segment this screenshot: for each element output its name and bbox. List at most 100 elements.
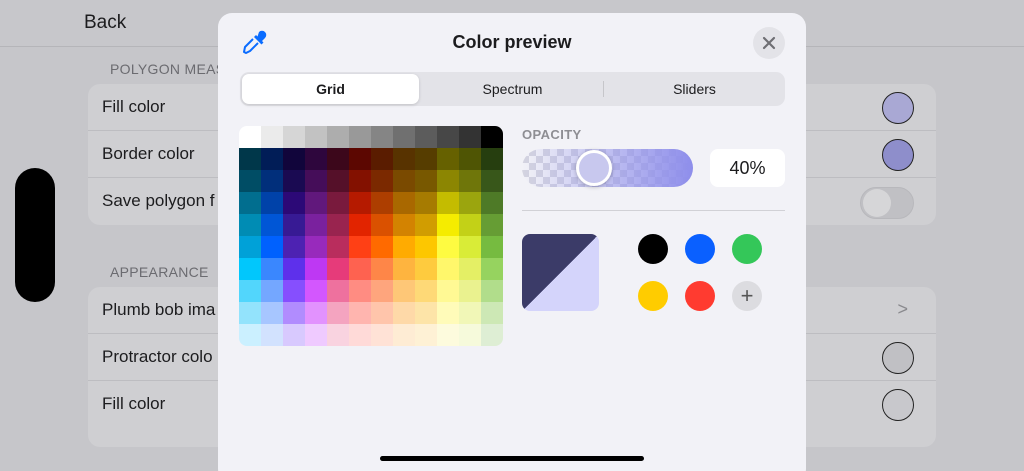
color-grid-cell[interactable] bbox=[393, 214, 415, 236]
color-grid-cell[interactable] bbox=[327, 148, 349, 170]
color-grid-cell[interactable] bbox=[261, 126, 283, 148]
opacity-value-field[interactable]: 40% bbox=[710, 149, 785, 187]
color-swatch[interactable] bbox=[882, 389, 914, 421]
color-grid-cell[interactable] bbox=[305, 170, 327, 192]
color-grid-cell[interactable] bbox=[393, 324, 415, 346]
tab-grid[interactable]: Grid bbox=[242, 74, 419, 104]
color-grid-cell[interactable] bbox=[459, 258, 481, 280]
color-grid-cell[interactable] bbox=[327, 236, 349, 258]
color-grid-cell[interactable] bbox=[305, 126, 327, 148]
color-grid-cell[interactable] bbox=[239, 126, 261, 148]
color-grid-cell[interactable] bbox=[305, 148, 327, 170]
tab-sliders[interactable]: Sliders bbox=[606, 74, 783, 104]
color-grid-cell[interactable] bbox=[393, 126, 415, 148]
color-grid-cell[interactable] bbox=[459, 236, 481, 258]
color-grid-cell[interactable] bbox=[261, 192, 283, 214]
color-grid-cell[interactable] bbox=[371, 148, 393, 170]
color-grid-cell[interactable] bbox=[305, 324, 327, 346]
color-grid-cell[interactable] bbox=[327, 170, 349, 192]
color-grid-cell[interactable] bbox=[459, 126, 481, 148]
saved-color-yellow[interactable] bbox=[638, 281, 668, 311]
color-grid-cell[interactable] bbox=[437, 170, 459, 192]
color-grid-cell[interactable] bbox=[261, 302, 283, 324]
color-grid-cell[interactable] bbox=[305, 302, 327, 324]
save-polygon-toggle[interactable] bbox=[860, 187, 914, 219]
color-grid-cell[interactable] bbox=[239, 148, 261, 170]
color-grid-cell[interactable] bbox=[437, 324, 459, 346]
color-grid-cell[interactable] bbox=[327, 302, 349, 324]
color-grid-cell[interactable] bbox=[481, 214, 503, 236]
color-grid-cell[interactable] bbox=[371, 258, 393, 280]
color-grid-cell[interactable] bbox=[415, 192, 437, 214]
color-grid-cell[interactable] bbox=[239, 258, 261, 280]
color-grid-cell[interactable] bbox=[481, 148, 503, 170]
color-grid-cell[interactable] bbox=[261, 280, 283, 302]
color-grid-cell[interactable] bbox=[239, 324, 261, 346]
color-grid-cell[interactable] bbox=[437, 214, 459, 236]
color-grid-cell[interactable] bbox=[481, 192, 503, 214]
color-grid-cell[interactable] bbox=[327, 280, 349, 302]
opacity-slider-knob[interactable] bbox=[576, 150, 612, 186]
color-grid-cell[interactable] bbox=[349, 324, 371, 346]
color-grid-cell[interactable] bbox=[349, 302, 371, 324]
color-grid-cell[interactable] bbox=[437, 258, 459, 280]
color-grid-cell[interactable] bbox=[349, 214, 371, 236]
color-grid-cell[interactable] bbox=[239, 170, 261, 192]
color-grid-cell[interactable] bbox=[305, 236, 327, 258]
color-grid-cell[interactable] bbox=[437, 236, 459, 258]
color-grid-cell[interactable] bbox=[283, 280, 305, 302]
color-grid-cell[interactable] bbox=[437, 302, 459, 324]
color-grid-cell[interactable] bbox=[415, 258, 437, 280]
color-grid-cell[interactable] bbox=[415, 170, 437, 192]
close-button[interactable] bbox=[753, 27, 785, 59]
color-grid-cell[interactable] bbox=[261, 170, 283, 192]
color-grid-cell[interactable] bbox=[371, 192, 393, 214]
color-grid-cell[interactable] bbox=[393, 148, 415, 170]
color-grid-cell[interactable] bbox=[393, 170, 415, 192]
color-grid-cell[interactable] bbox=[371, 324, 393, 346]
color-grid-cell[interactable] bbox=[371, 170, 393, 192]
color-grid-cell[interactable] bbox=[305, 280, 327, 302]
color-grid-cell[interactable] bbox=[239, 236, 261, 258]
color-swatch[interactable] bbox=[882, 342, 914, 374]
color-grid-cell[interactable] bbox=[283, 126, 305, 148]
color-grid-cell[interactable] bbox=[393, 280, 415, 302]
color-grid-cell[interactable] bbox=[393, 236, 415, 258]
color-grid-cell[interactable] bbox=[305, 214, 327, 236]
color-grid-cell[interactable] bbox=[437, 280, 459, 302]
saved-color-black[interactable] bbox=[638, 234, 668, 264]
color-grid-cell[interactable] bbox=[261, 324, 283, 346]
color-grid-cell[interactable] bbox=[437, 148, 459, 170]
color-grid[interactable] bbox=[239, 126, 503, 346]
color-grid-cell[interactable] bbox=[437, 126, 459, 148]
color-grid-cell[interactable] bbox=[327, 324, 349, 346]
color-grid-cell[interactable] bbox=[283, 170, 305, 192]
color-grid-cell[interactable] bbox=[305, 258, 327, 280]
color-grid-cell[interactable] bbox=[261, 148, 283, 170]
color-grid-cell[interactable] bbox=[415, 302, 437, 324]
color-grid-cell[interactable] bbox=[239, 192, 261, 214]
color-grid-cell[interactable] bbox=[283, 148, 305, 170]
color-grid-cell[interactable] bbox=[481, 236, 503, 258]
color-grid-cell[interactable] bbox=[459, 214, 481, 236]
color-grid-cell[interactable] bbox=[481, 324, 503, 346]
color-grid-cell[interactable] bbox=[481, 258, 503, 280]
color-grid-cell[interactable] bbox=[349, 236, 371, 258]
color-grid-cell[interactable] bbox=[393, 258, 415, 280]
color-grid-cell[interactable] bbox=[327, 126, 349, 148]
color-grid-cell[interactable] bbox=[459, 192, 481, 214]
color-grid-cell[interactable] bbox=[349, 170, 371, 192]
color-grid-cell[interactable] bbox=[437, 192, 459, 214]
side-handle[interactable] bbox=[15, 168, 55, 302]
color-grid-cell[interactable] bbox=[481, 302, 503, 324]
color-swatch[interactable] bbox=[882, 139, 914, 171]
color-grid-cell[interactable] bbox=[239, 302, 261, 324]
color-grid-cell[interactable] bbox=[393, 192, 415, 214]
color-grid-cell[interactable] bbox=[283, 324, 305, 346]
color-grid-cell[interactable] bbox=[371, 236, 393, 258]
color-grid-cell[interactable] bbox=[393, 302, 415, 324]
color-grid-cell[interactable] bbox=[459, 302, 481, 324]
saved-color-red[interactable] bbox=[685, 281, 715, 311]
color-grid-cell[interactable] bbox=[305, 192, 327, 214]
color-grid-cell[interactable] bbox=[349, 126, 371, 148]
